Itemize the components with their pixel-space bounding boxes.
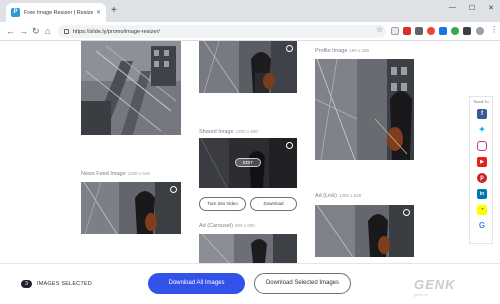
tab-strip: P Free Image Resizer | Resize Your ✕ + —… xyxy=(0,0,500,22)
screen: P Free Image Resizer | Resize Your ✕ + —… xyxy=(0,0,500,304)
facebook-icon[interactable]: f xyxy=(477,109,487,119)
youtube-icon[interactable]: ▶ xyxy=(477,157,487,167)
extension-icon[interactable] xyxy=(439,27,447,35)
new-tab-button[interactable]: + xyxy=(111,5,117,17)
minimize-icon[interactable]: — xyxy=(449,4,456,12)
images-selected-label: IMAGES SELECTED xyxy=(37,281,92,287)
browser-toolbar: ← → ↻ ⌂ https://slide.ly/promo/image-res… xyxy=(0,22,500,41)
select-checkbox[interactable] xyxy=(403,209,410,216)
profile-image-caption: Profile Image 180 x 180 xyxy=(315,48,370,54)
selected-count-badge: 3 xyxy=(21,280,32,288)
image-tile[interactable] xyxy=(199,41,297,93)
extension-icon[interactable] xyxy=(463,27,471,35)
select-checkbox[interactable] xyxy=(286,45,293,52)
city-photo xyxy=(81,41,181,135)
woman-violin-photo xyxy=(315,205,414,257)
address-bar[interactable]: https://slide.ly/promo/image-resizer/ xyxy=(58,25,386,38)
extension-icon[interactable] xyxy=(403,27,411,35)
news-feed-image-tile[interactable] xyxy=(81,182,181,234)
extension-icon[interactable] xyxy=(451,27,459,35)
download-all-images-button[interactable]: Download All Images xyxy=(148,273,245,294)
image-tile[interactable] xyxy=(199,234,297,263)
ad-carousel-caption: Ad (Carousel) 600 x 600 xyxy=(199,223,255,229)
genk-watermark: GENK xyxy=(414,277,456,292)
genk-watermark-sub: genk.vn xyxy=(414,292,429,297)
forward-icon[interactable]: → xyxy=(19,25,28,37)
page-content: Shared Image 1200 x 600 EDIT Turn Into Vi… xyxy=(0,41,500,263)
linkedin-icon[interactable]: in xyxy=(477,189,487,199)
bookmark-star-icon[interactable]: ☆ xyxy=(376,25,383,34)
share-rail: Scroll To f ✦ ▶ p in ◔ G xyxy=(469,96,493,244)
home-icon[interactable]: ⌂ xyxy=(45,25,50,37)
profile-avatar[interactable] xyxy=(476,27,484,35)
select-checkbox[interactable] xyxy=(286,142,293,149)
selection-bar: 3 IMAGES SELECTED Download All Images Do… xyxy=(0,263,500,304)
snapchat-icon[interactable]: ◔ xyxy=(477,205,487,215)
shared-image-caption: Shared Image 1200 x 600 xyxy=(199,129,258,135)
twitter-icon[interactable]: ✦ xyxy=(477,125,487,135)
close-window-icon[interactable]: ✕ xyxy=(488,4,494,12)
browser-menu-icon[interactable]: ⋮ xyxy=(490,25,498,34)
pinterest-icon[interactable]: p xyxy=(477,173,487,183)
city-photo xyxy=(199,234,297,263)
woman-violin-photo xyxy=(81,182,181,234)
profile-image-tile[interactable] xyxy=(315,59,414,160)
share-rail-title: Scroll To xyxy=(473,99,489,104)
close-tab-icon[interactable]: ✕ xyxy=(96,9,101,16)
edit-button[interactable]: EDIT xyxy=(235,158,261,167)
ad-link-image-tile[interactable] xyxy=(315,205,414,257)
slidely-favicon-icon: P xyxy=(11,8,20,17)
woman-violin-photo xyxy=(199,41,297,93)
select-checkbox[interactable] xyxy=(170,186,177,193)
turn-into-video-button[interactable]: Turn Into Video xyxy=(199,197,246,211)
download-selected-images-button[interactable]: Download Selected Images xyxy=(254,273,351,294)
extension-icon[interactable] xyxy=(415,27,423,35)
woman-violin-photo xyxy=(315,59,414,160)
maximize-icon[interactable]: ☐ xyxy=(469,4,475,12)
extension-icon[interactable] xyxy=(427,27,435,35)
ad-link-caption: Ad (Link) 1200 x 628 xyxy=(315,193,362,199)
browser-tab[interactable]: P Free Image Resizer | Resize Your ✕ xyxy=(6,3,106,22)
shared-image-tile[interactable]: EDIT xyxy=(199,138,297,188)
back-icon[interactable]: ← xyxy=(6,25,15,37)
lock-icon xyxy=(64,29,69,34)
news-feed-caption: News Feed Image 1200 x 628 xyxy=(81,171,150,177)
reload-icon[interactable]: ↻ xyxy=(32,25,40,37)
extension-icon[interactable] xyxy=(391,27,399,35)
window-controls: — ☐ ✕ xyxy=(449,4,494,12)
image-tile[interactable] xyxy=(81,41,181,135)
download-button[interactable]: Download xyxy=(250,197,297,211)
url-text: https://slide.ly/promo/image-resizer/ xyxy=(73,28,160,35)
google-icon[interactable]: G xyxy=(477,221,487,231)
instagram-icon[interactable] xyxy=(477,141,487,151)
tab-title: Free Image Resizer | Resize Your xyxy=(24,9,93,16)
